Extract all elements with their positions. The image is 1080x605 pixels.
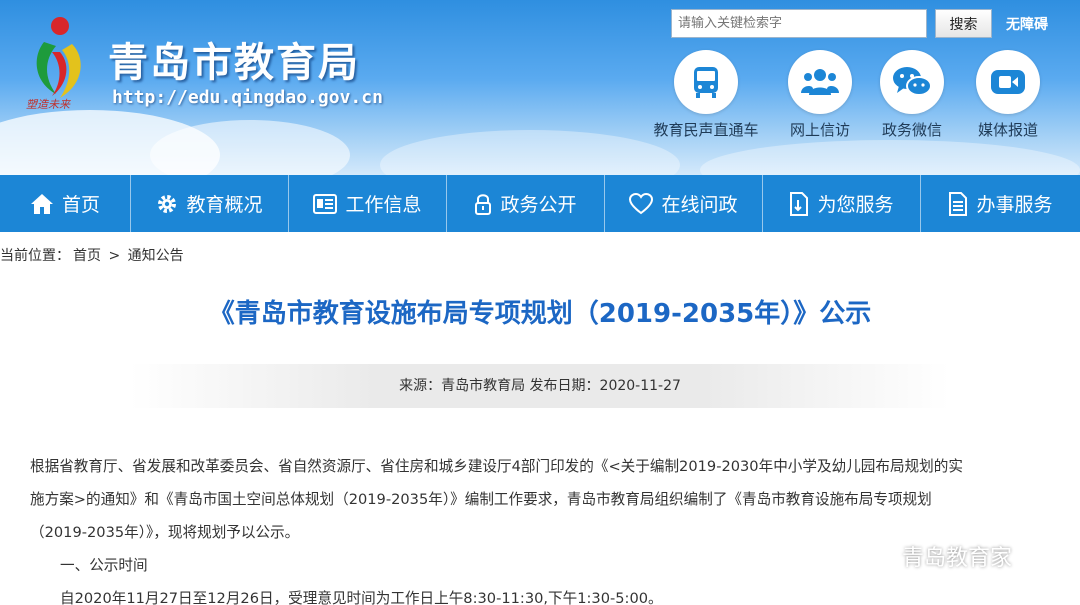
nav-item-services[interactable]: 为您服务 <box>763 175 921 232</box>
nav-item-label: 政务公开 <box>500 194 577 216</box>
nav-item-label: 首页 <box>61 194 100 216</box>
article-body: 根据省教育厅、省发展和改革委员会、省自然资源厅、省住房和城乡建设厅4部门印发的《… <box>30 450 1040 605</box>
quick-link-label: 教育民声直通车 <box>653 121 759 139</box>
document-icon <box>790 191 809 216</box>
quick-link-hotline[interactable]: 教育民声直通车 <box>646 50 766 140</box>
nav-item-online-inquiry[interactable]: 在线问政 <box>605 175 763 232</box>
cloud-decoration <box>380 130 680 175</box>
lock-icon <box>475 193 492 215</box>
breadcrumb-home[interactable]: 首页 <box>73 248 101 264</box>
quick-link-label: 媒体报道 <box>977 121 1038 139</box>
gear-icon <box>158 194 177 213</box>
cloud-decoration <box>700 140 1080 175</box>
video-camera-icon <box>976 50 1040 114</box>
site-url: http://edu.qingdao.gov.cn <box>112 87 383 108</box>
wechat-icon <box>859 543 893 568</box>
heart-icon <box>629 192 654 214</box>
breadcrumb-current[interactable]: 通知公告 <box>128 248 184 264</box>
bus-icon <box>674 50 738 114</box>
logo-slogan: 塑造未来 <box>26 98 70 111</box>
article-title: 《青岛市教育设施布局专项规划（2019-2035年）》公示 <box>208 299 872 329</box>
list-icon <box>949 191 968 216</box>
breadcrumb-prefix: 当前位置： <box>0 248 70 264</box>
home-icon <box>30 193 53 214</box>
search-button[interactable]: 搜索 <box>935 9 992 38</box>
quick-link-media[interactable]: 媒体报道 <box>948 50 1068 140</box>
wechat-icon <box>880 50 944 114</box>
nav-item-label: 教育概况 <box>186 194 263 216</box>
nav-item-gov-affairs[interactable]: 政务公开 <box>447 175 605 232</box>
main-nav: 首页 教育概况 工作信息 政务公开 在线问政 为您服务 办事服务 <box>0 175 1080 232</box>
search-input[interactable] <box>671 9 927 38</box>
accessibility-link[interactable]: 无障碍 <box>1006 14 1048 34</box>
nav-item-work-info[interactable]: 工作信息 <box>289 175 447 232</box>
nav-item-label: 工作信息 <box>345 194 422 216</box>
site-header: 塑造未来 青岛市教育局 http://edu.qingdao.gov.cn 搜索… <box>0 0 1080 175</box>
nav-item-affairs-service[interactable]: 办事服务 <box>921 175 1080 232</box>
article-paragraph: 施方案>的通知》和《青岛市国土空间总体规划（2019-2035年）》编制工作要求… <box>30 491 932 508</box>
nav-item-label: 办事服务 <box>976 194 1053 216</box>
article-paragraph: 根据省教育厅、省发展和改革委员会、省自然资源厅、省住房和城乡建设厅4部门印发的《… <box>30 458 963 475</box>
site-title[interactable]: 青岛市教育局 <box>108 30 360 88</box>
breadcrumb-separator: > <box>108 248 121 264</box>
nav-item-label: 为您服务 <box>817 194 894 216</box>
breadcrumb: 当前位置： 首页 > 通知公告 <box>0 245 187 265</box>
section-text: 自2020年11月27日至12月26日，受理意见时间为工作日上午8:30-11:… <box>60 590 663 605</box>
watermark-text: 青岛教育家 <box>902 546 1013 571</box>
news-icon <box>313 193 338 214</box>
nav-item-home[interactable]: 首页 <box>0 175 131 232</box>
people-icon <box>788 50 852 114</box>
watermark: 青岛教育家 <box>858 540 1012 572</box>
article-meta: 来源：青岛市教育局 发布日期：2020-11-27 <box>130 364 950 408</box>
nav-item-label: 在线问政 <box>661 194 738 216</box>
nav-item-overview[interactable]: 教育概况 <box>131 175 289 232</box>
